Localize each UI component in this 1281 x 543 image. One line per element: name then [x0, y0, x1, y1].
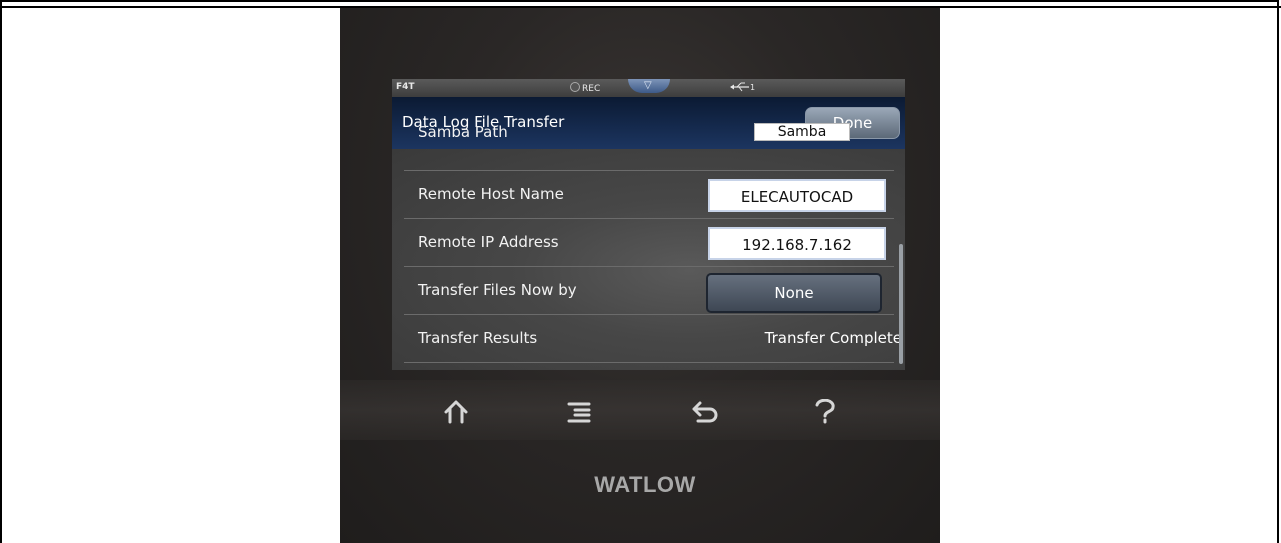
- home-icon[interactable]: [443, 398, 469, 433]
- row-label: Remote IP Address: [418, 233, 559, 251]
- samba-path-field[interactable]: Samba: [754, 123, 850, 141]
- model-label: F4T: [396, 82, 415, 92]
- row-remote-ip-address[interactable]: Remote IP Address 192.168.7.162: [404, 219, 894, 267]
- remote-host-name-field[interactable]: ELECAUTOCAD: [708, 179, 886, 212]
- transfer-method-button[interactable]: None: [706, 273, 882, 313]
- help-icon[interactable]: [812, 398, 838, 433]
- row-samba-path[interactable]: Samba Path Samba: [404, 123, 894, 171]
- bezel-stripe: [340, 380, 940, 440]
- brand-logo: WATLOW: [594, 472, 696, 497]
- row-label: Remote Host Name: [418, 185, 564, 203]
- status-bar: F4T REC ▽ 1: [392, 79, 905, 97]
- svg-text:1: 1: [750, 83, 755, 92]
- back-icon[interactable]: [690, 398, 720, 433]
- chevron-down-icon: ▽: [644, 80, 652, 91]
- row-transfer-files-now[interactable]: Transfer Files Now by None: [404, 267, 894, 315]
- menu-icon[interactable]: [566, 398, 592, 433]
- row-transfer-results: Transfer Results Transfer Complete: [404, 315, 902, 363]
- rec-indicator: REC: [570, 82, 600, 94]
- scrollbar[interactable]: [899, 244, 903, 364]
- row-label: Transfer Files Now by: [418, 281, 577, 299]
- row-label: Samba Path: [418, 123, 508, 141]
- row-remote-host-name[interactable]: Remote Host Name ELECAUTOCAD: [404, 171, 894, 219]
- pull-down-tab[interactable]: ▽: [628, 79, 670, 93]
- settings-list[interactable]: Samba Path Samba Remote Host Name ELECAU…: [392, 123, 905, 370]
- transfer-results-value: Transfer Complete: [764, 329, 902, 347]
- row-label: Transfer Results: [418, 329, 538, 347]
- usb-icon: 1: [730, 81, 756, 96]
- record-icon: [570, 82, 580, 92]
- touch-screen: F4T REC ▽ 1 Data Log File Transfer Done …: [392, 79, 905, 370]
- rec-label: REC: [582, 84, 601, 94]
- remote-ip-address-field[interactable]: 192.168.7.162: [708, 227, 886, 260]
